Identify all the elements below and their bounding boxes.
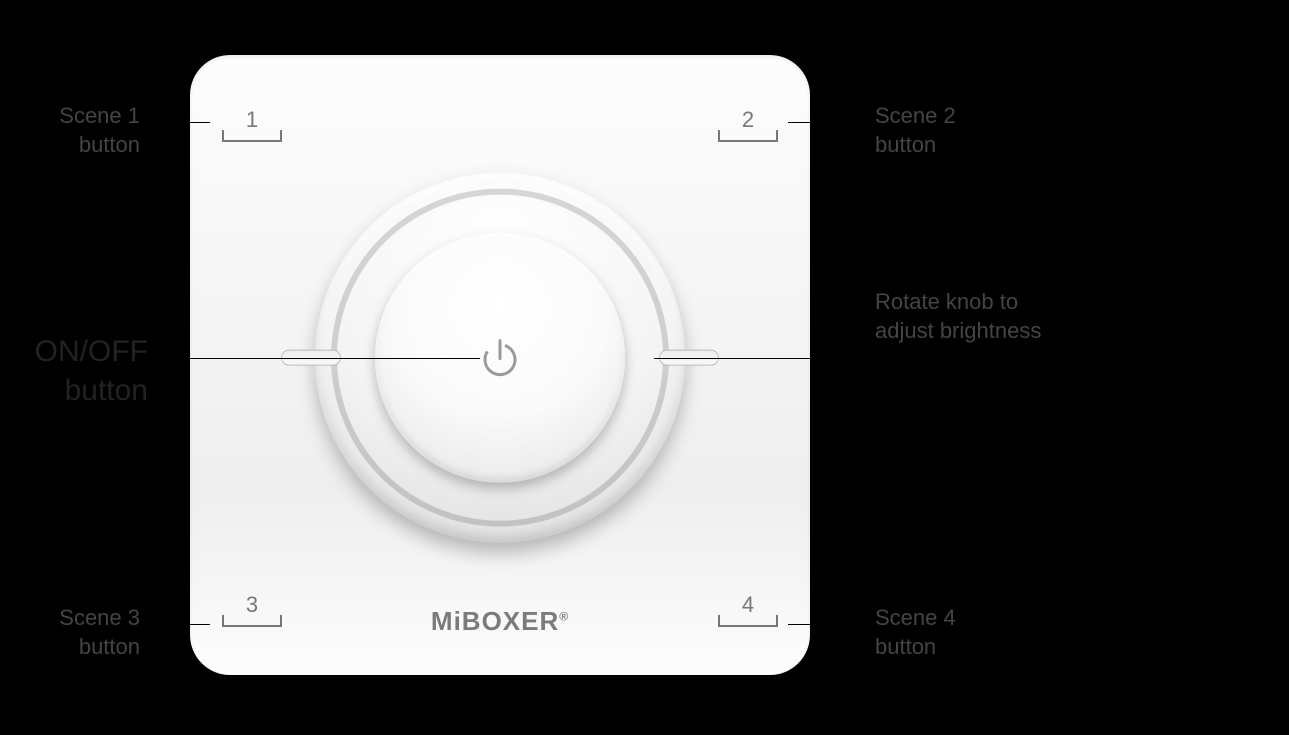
leader-line [864, 300, 865, 358]
scene-2-button[interactable]: 2 [718, 110, 778, 142]
label-scene3: Scene 3 button [40, 604, 140, 661]
leader-line [788, 122, 864, 123]
scene-number: 2 [742, 107, 754, 132]
label-scene4: Scene 4 button [875, 604, 956, 661]
brand-reg: ® [559, 609, 569, 623]
leader-line [654, 358, 864, 359]
label-scene1: Scene 1 button [40, 102, 140, 159]
label-scene2: Scene 2 button [875, 102, 956, 159]
brand-logo: MiBOXER® [190, 606, 810, 637]
leader-line [788, 624, 864, 625]
leader-line [150, 624, 210, 625]
device-panel: 1 2 3 4 [190, 55, 810, 675]
scene-1-button[interactable]: 1 [222, 110, 282, 142]
power-icon [477, 335, 523, 381]
label-onoff: ON/OFF button [18, 332, 148, 410]
leader-line [150, 122, 210, 123]
leader-line [160, 358, 480, 359]
label-knob: Rotate knob to adjust brightness [875, 288, 1041, 345]
scene-number: 1 [246, 107, 258, 132]
brand-name: MiBOXER [431, 606, 559, 636]
